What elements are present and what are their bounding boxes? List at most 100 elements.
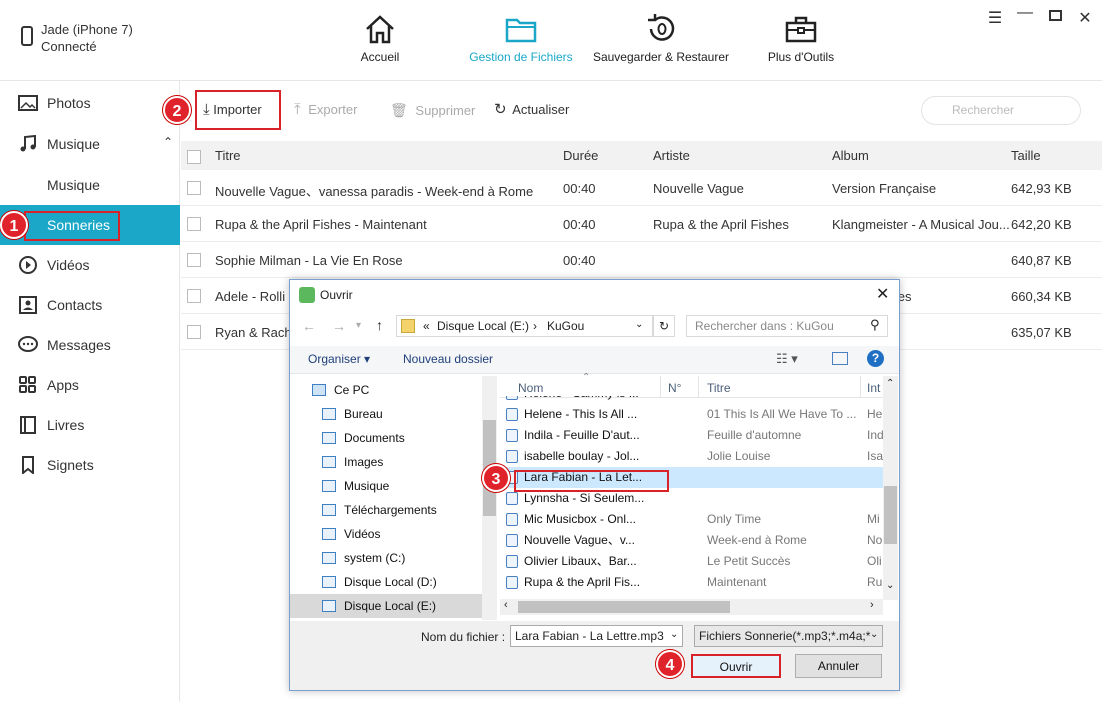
menu-icon[interactable]: ☰ xyxy=(986,8,1004,28)
column-number[interactable]: N° xyxy=(668,381,681,395)
new-folder-button[interactable]: Nouveau dossier xyxy=(403,352,493,366)
chevron-down-icon[interactable]: ⌄ xyxy=(870,629,878,640)
row-checkbox[interactable] xyxy=(187,289,201,303)
file-row[interactable]: Helene - This Is All ... 01 This Is All W… xyxy=(500,404,883,425)
open-button[interactable]: Ouvrir xyxy=(691,654,781,678)
file-row[interactable]: Helene - Sammy is ... xyxy=(500,396,883,404)
sidebar-item-messages[interactable]: Messages xyxy=(0,325,180,365)
sidebar-item-apps[interactable]: Apps xyxy=(0,365,180,405)
file-row[interactable]: Olivier Libaux、Bar... Le Petit Succès Oli xyxy=(500,551,883,572)
file-list-hscrollbar[interactable]: ‹ › xyxy=(500,599,883,615)
close-icon[interactable]: ✕ xyxy=(1076,8,1094,28)
organize-menu[interactable]: Organiser ▾ xyxy=(308,352,370,366)
help-icon[interactable]: ? xyxy=(867,350,884,367)
chevron-up-icon[interactable]: ⌃ xyxy=(886,378,894,389)
tree-item[interactable]: Documents xyxy=(290,426,482,450)
file-type-select[interactable]: Fichiers Sonnerie(*.mp3;*.m4a;* xyxy=(694,625,883,647)
tree-item-label: Disque Local (E:) xyxy=(344,599,437,613)
search-input[interactable]: Rechercher xyxy=(921,96,1081,125)
file-row[interactable]: Nouvelle Vague、v... Week-end à Rome No xyxy=(500,530,883,551)
file-name: Mic Musicbox - Onl... xyxy=(524,512,637,526)
chevron-down-icon[interactable]: ⌄ xyxy=(635,319,643,330)
sidebar-item-signets[interactable]: Signets xyxy=(0,445,180,485)
preview-pane-icon[interactable] xyxy=(832,352,848,365)
folder-search-input[interactable]: Rechercher dans : KuGou xyxy=(686,315,888,337)
address-bar[interactable]: « Disque Local (E:) › KuGou ⌄ xyxy=(396,315,653,337)
sidebar: Photos Musique ⌃ Musique Sonneries Vidéo… xyxy=(0,81,180,702)
close-icon[interactable]: ✕ xyxy=(876,284,889,304)
column-header-size[interactable]: Taille xyxy=(1011,148,1041,163)
filename-label: Nom du fichier : xyxy=(421,630,506,644)
chevron-left-icon[interactable]: ‹ xyxy=(504,599,508,611)
forward-arrow-icon[interactable]: → xyxy=(332,318,346,334)
file-title: Le Petit Succès xyxy=(707,554,791,568)
file-list-scrollbar[interactable]: ⌃ ⌄ xyxy=(883,376,898,600)
folder-icon xyxy=(505,18,537,43)
column-header-artist[interactable]: Artiste xyxy=(653,148,690,163)
tree-item[interactable]: Ce PC xyxy=(290,378,482,402)
chevron-down-icon[interactable]: ▾ xyxy=(356,320,361,331)
column-header-album[interactable]: Album xyxy=(832,148,869,163)
view-options-icon[interactable]: ☷ ▾ xyxy=(776,351,798,367)
chevron-right-icon[interactable]: › xyxy=(870,599,874,611)
file-title: Week-end à Rome xyxy=(707,533,807,547)
back-arrow-icon[interactable]: ← xyxy=(302,318,316,334)
path-segment[interactable]: KuGou xyxy=(547,319,584,333)
sidebar-subitem-musique[interactable]: Musique xyxy=(0,165,180,205)
nav-accueil[interactable]: Accueil xyxy=(305,14,455,64)
cell-artist: Nouvelle Vague xyxy=(653,181,744,196)
tree-item[interactable]: Disque Local (E:) xyxy=(290,594,482,618)
tree-item[interactable]: Vidéos xyxy=(290,522,482,546)
chevron-up-icon[interactable]: ⌃ xyxy=(163,122,173,162)
delete-button[interactable]: 🗑 Supprimer xyxy=(390,96,475,128)
file-title: 01 This Is All We Have To ... xyxy=(707,407,857,421)
column-title[interactable]: Titre xyxy=(707,381,731,395)
nav-gestion-fichiers[interactable]: Gestion de Fichiers xyxy=(446,14,596,64)
tree-item[interactable]: Téléchargements xyxy=(290,498,482,522)
select-all-checkbox[interactable] xyxy=(187,150,201,164)
phone-icon xyxy=(21,26,33,46)
row-checkbox[interactable] xyxy=(187,181,201,195)
refresh-button[interactable]: ↻ Actualiser xyxy=(494,96,569,128)
row-checkbox[interactable] xyxy=(187,253,201,267)
row-checkbox[interactable] xyxy=(187,217,201,231)
folder-icon xyxy=(401,319,415,333)
column-name[interactable]: Nom xyxy=(518,381,543,395)
sidebar-item-videos[interactable]: Vidéos xyxy=(0,245,180,285)
file-row[interactable]: Rupa & the April Fis... Maintenant Ru xyxy=(500,572,883,593)
nav-plus-outils[interactable]: Plus d'Outils xyxy=(726,14,876,64)
column-interpret[interactable]: Int xyxy=(867,381,880,395)
file-row[interactable]: Mic Musicbox - Onl... Only Time Mi xyxy=(500,509,883,530)
nav-sauvegarder[interactable]: Sauvegarder & Restaurer xyxy=(586,14,736,64)
download-icon: ⤓ xyxy=(203,101,210,118)
sidebar-item-contacts[interactable]: Contacts xyxy=(0,285,180,325)
column-header-duration[interactable]: Durée xyxy=(563,148,598,163)
row-checkbox[interactable] xyxy=(187,325,201,339)
sidebar-item-musique[interactable]: Musique ⌃ xyxy=(0,124,180,164)
tree-item[interactable]: Musique xyxy=(290,474,482,498)
cancel-button[interactable]: Annuler xyxy=(795,654,882,678)
chevron-down-icon[interactable]: ⌄ xyxy=(670,629,678,640)
audio-file-icon xyxy=(506,534,518,547)
filename-input[interactable]: Lara Fabian - La Lettre.mp3 xyxy=(510,625,683,647)
tree-scrollbar[interactable] xyxy=(482,376,497,620)
path-segment[interactable]: Disque Local (E:) xyxy=(437,319,529,333)
minimize-icon[interactable]: — xyxy=(1016,4,1034,22)
import-button[interactable]: ⤓ Importer xyxy=(195,90,281,130)
export-button[interactable]: ⤒ Exporter xyxy=(294,96,357,128)
up-arrow-icon[interactable]: ↑ xyxy=(376,317,383,333)
column-header-title[interactable]: Titre xyxy=(215,148,241,163)
file-interpret: Ind xyxy=(867,428,883,442)
tree-item[interactable]: Images xyxy=(290,450,482,474)
refresh-icon: ↻ xyxy=(494,101,507,118)
refresh-icon[interactable]: ↻ xyxy=(653,315,675,337)
chevron-down-icon[interactable]: ⌄ xyxy=(886,580,894,591)
tree-item[interactable]: Bureau xyxy=(290,402,482,426)
maximize-icon[interactable] xyxy=(1046,8,1064,26)
sidebar-item-photos[interactable]: Photos xyxy=(0,83,180,123)
file-row[interactable]: isabelle boulay - Jol... Jolie Louise Isa xyxy=(500,446,883,467)
tree-item[interactable]: Disque Local (D:) xyxy=(290,570,482,594)
file-row[interactable]: Indila - Feuille D'aut... Feuille d'autom… xyxy=(500,425,883,446)
tree-item[interactable]: system (C:) xyxy=(290,546,482,570)
sidebar-item-livres[interactable]: Livres xyxy=(0,405,180,445)
